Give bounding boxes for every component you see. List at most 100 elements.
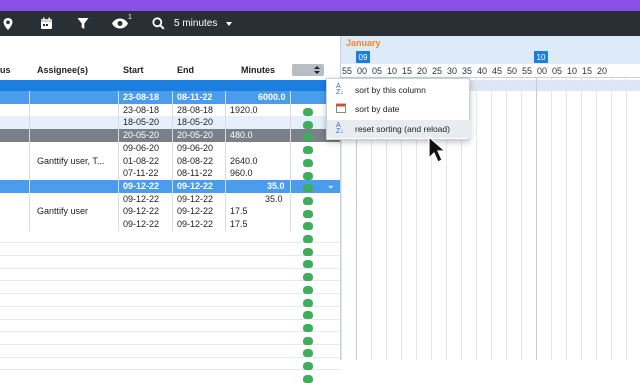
status-cloud-icon[interactable] <box>303 285 313 294</box>
status-cloud-icon[interactable] <box>303 273 313 282</box>
table-row[interactable]: 23-08-18 28-08-18 1920.0 <box>0 103 340 117</box>
status-cloud-icon[interactable] <box>303 146 313 155</box>
cell-start: 09-12-22 <box>123 219 160 229</box>
table-row[interactable]: 09-12-22 09-12-22 35.0 <box>0 192 340 206</box>
status-cloud-icon[interactable] <box>303 336 313 345</box>
status-cloud-icon[interactable] <box>303 133 313 142</box>
chevron-down-icon[interactable] <box>226 22 232 26</box>
cell-start: 20-05-20 <box>123 130 160 141</box>
minute-ticks: 55 00 05 10 15 20 25 30 35 40 45 50 55 00 05 10 15 20 <box>341 65 640 78</box>
cell-separator <box>225 192 226 206</box>
app-top-bar <box>0 0 640 11</box>
column-header-assignee[interactable]: Assignee(s) <box>37 65 88 75</box>
location-icon[interactable] <box>0 11 16 36</box>
cell-separator <box>290 91 291 104</box>
cell-separator <box>172 129 173 142</box>
minute-tick-label: 25 <box>432 66 443 76</box>
status-cloud-icon[interactable] <box>303 171 313 180</box>
column-header-status[interactable]: us <box>0 65 11 75</box>
table-row[interactable]: 09-12-22 09-12-22 35.0 ⌄ <box>0 179 340 193</box>
status-cloud-icon[interactable] <box>303 158 313 167</box>
status-cloud-icon[interactable] <box>303 298 313 307</box>
cell-start: 09-12-22 <box>123 193 160 204</box>
cell-separator <box>172 218 173 231</box>
table-row[interactable]: 20-05-20 20-05-20 480.0 <box>0 129 340 142</box>
chevron-down-icon[interactable]: ⌄ <box>327 180 335 191</box>
cell-minutes: 17.5 <box>230 219 248 229</box>
cell-separator <box>29 154 30 168</box>
table-row[interactable]: 07-11-22 08-11-22 960.0 <box>0 167 340 180</box>
cell-separator <box>29 167 30 180</box>
status-cloud-icon[interactable] <box>303 196 313 205</box>
table-row[interactable]: Ganttify user, T... 01-08-22 08-08-22 2640.… <box>0 154 340 168</box>
filter-icon[interactable] <box>75 11 91 36</box>
status-cloud-icon[interactable] <box>303 311 313 320</box>
cell-separator <box>225 116 226 130</box>
menu-item-reset-sorting[interactable]: A Z↓ reset sorting (and reload) <box>327 120 471 138</box>
cell-separator <box>172 179 173 193</box>
column-header-start[interactable]: Start <box>123 65 144 75</box>
context-menu: A Z↓ sort by this column sort by date A Z↓… <box>326 78 471 140</box>
month-header: January 09 10 <box>341 36 640 64</box>
cell-separator <box>290 167 291 180</box>
timeline-gridline <box>551 78 552 360</box>
sort-az-icon: A Z↓ <box>336 83 344 96</box>
minute-tick-label: 45 <box>492 66 503 76</box>
cell-separator <box>29 116 30 130</box>
table-row[interactable]: 09-06-20 09-06-20 <box>0 141 340 155</box>
calendar-icon[interactable] <box>38 11 54 36</box>
status-cloud-icon[interactable] <box>303 184 313 193</box>
cell-separator <box>225 154 226 168</box>
table-row[interactable]: 09-12-22 09-12-22 17.5 <box>0 218 340 231</box>
status-cloud-icon[interactable] <box>303 108 313 116</box>
status-cloud-icon[interactable] <box>303 120 313 129</box>
cell-separator <box>290 154 291 168</box>
status-cloud-icon[interactable] <box>303 323 313 332</box>
status-cloud-icon[interactable] <box>303 362 313 370</box>
timeline-gridline <box>536 78 537 360</box>
minute-tick-label: 40 <box>477 66 488 76</box>
status-cloud-icon[interactable] <box>303 247 313 256</box>
cell-separator <box>118 167 119 180</box>
cell-end: 08-11-22 <box>177 92 213 102</box>
minute-tick-label: 05 <box>552 66 563 76</box>
table-row[interactable]: 18-05-20 18-05-20 <box>0 116 340 130</box>
empty-row <box>0 307 340 320</box>
cell-minutes: 6000.0 <box>258 92 286 102</box>
cell-end: 09-12-22 <box>177 193 214 204</box>
search-icon[interactable] <box>150 11 166 36</box>
cell-separator <box>290 192 291 206</box>
status-cloud-icon[interactable] <box>303 349 313 358</box>
cell-end: 09-12-22 <box>177 180 214 191</box>
cell-start: 09-06-20 <box>123 142 160 153</box>
menu-item-sort-by-column[interactable]: A Z↓ sort by this column <box>327 81 471 99</box>
cell-separator <box>172 192 173 206</box>
cell-separator <box>29 179 30 193</box>
cell-separator <box>29 141 30 155</box>
cell-separator <box>290 116 291 130</box>
status-cloud-icon[interactable] <box>303 209 313 218</box>
column-header-minutes[interactable]: Minutes <box>241 65 275 75</box>
cell-start: 01-08-22 <box>123 155 160 166</box>
cell-separator <box>29 103 30 117</box>
minute-tick-label: 15 <box>402 66 413 76</box>
status-cloud-icon[interactable] <box>303 235 313 243</box>
task-grid: us Assignee(s) Start End Minutes 23-08-1… <box>0 36 340 383</box>
table-row[interactable]: 23-08-18 08-11-22 6000.0 <box>0 91 340 104</box>
cell-minutes: 480.0 <box>230 130 253 141</box>
status-cloud-icon[interactable] <box>303 260 313 269</box>
cell-separator <box>118 218 119 231</box>
column-header-end[interactable]: End <box>177 65 194 75</box>
cell-start: 23-08-18 <box>123 104 160 115</box>
column-menu-button[interactable] <box>292 64 324 76</box>
cell-separator <box>118 91 119 104</box>
cell-separator <box>172 154 173 168</box>
zoom-dropdown[interactable]: 5 minutes <box>174 11 217 36</box>
cell-separator <box>172 91 173 104</box>
status-cloud-icon[interactable] <box>303 374 313 383</box>
cell-separator <box>29 129 30 142</box>
menu-item-sort-by-date[interactable]: sort by date <box>327 100 471 118</box>
status-cloud-icon[interactable] <box>303 222 313 231</box>
table-row[interactable]: Ganttify user 09-12-22 09-12-22 17.5 <box>0 205 340 218</box>
minute-tick-label: 55 <box>342 66 353 76</box>
